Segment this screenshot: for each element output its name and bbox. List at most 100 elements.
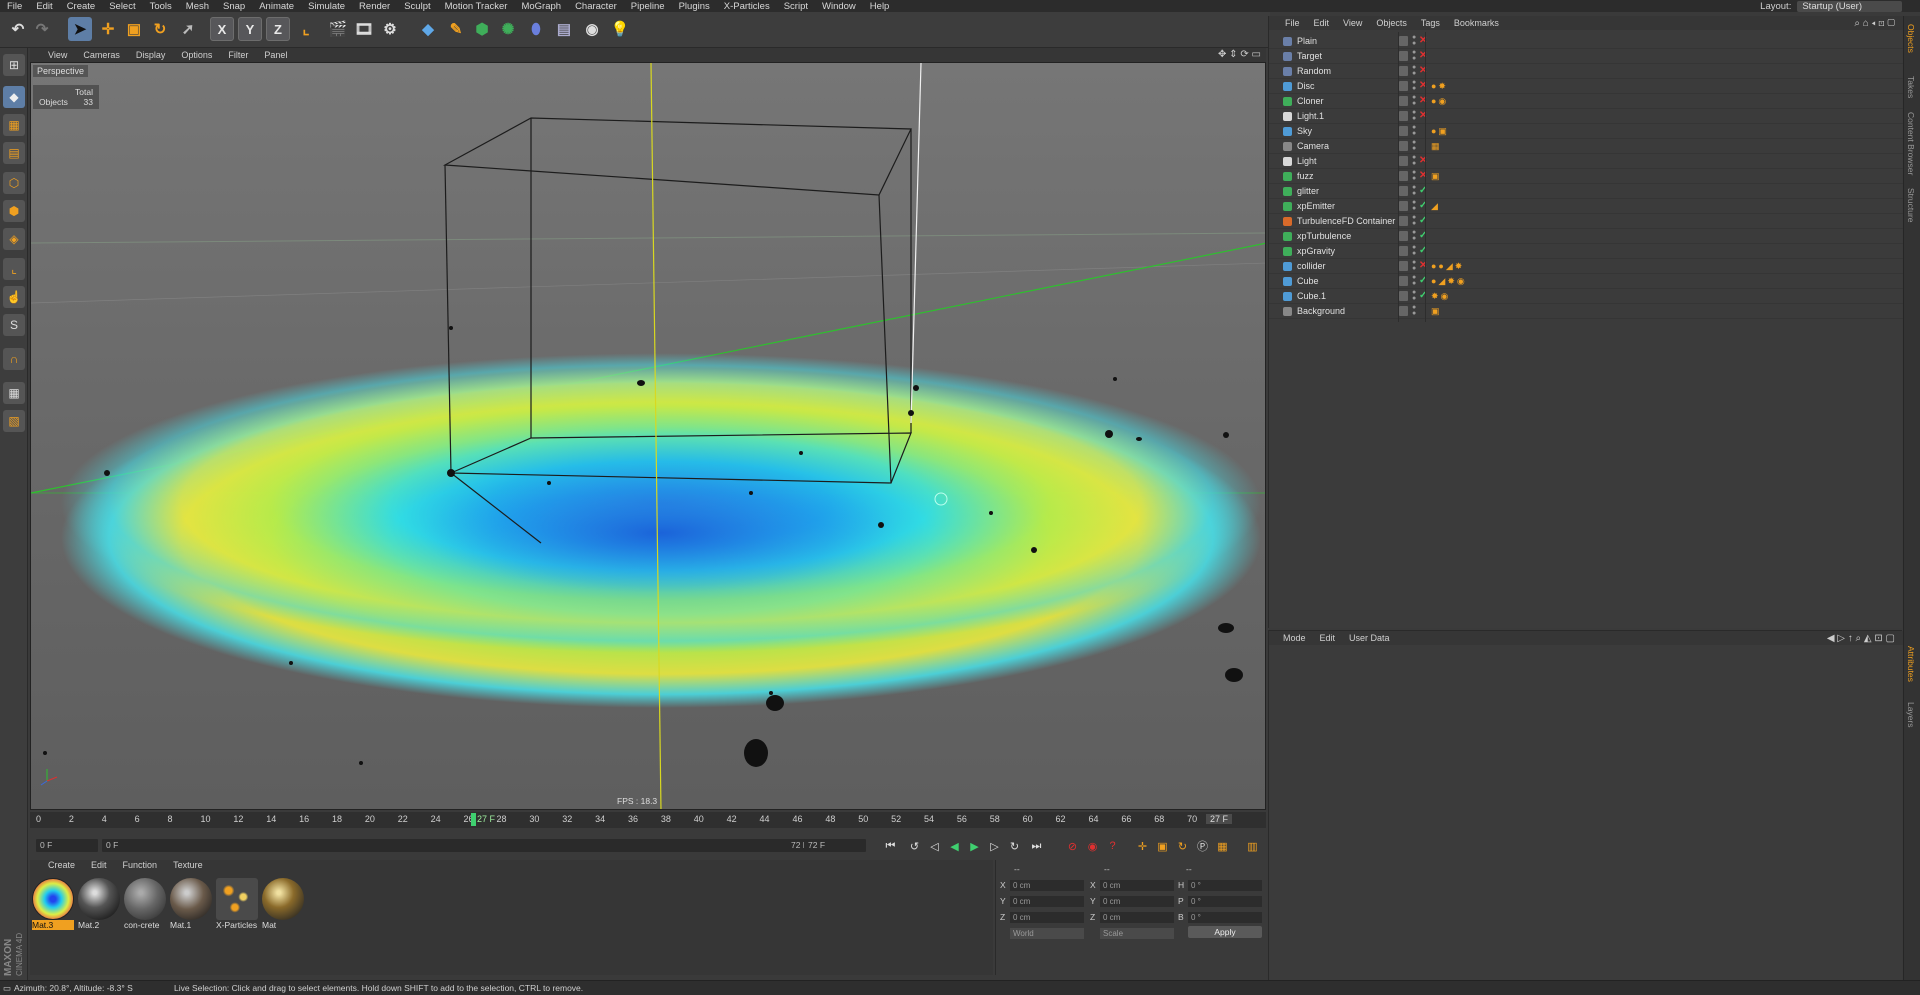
enable-toggle-icon[interactable]: ✕ [1419, 110, 1427, 121]
object-name[interactable]: collider [1297, 261, 1326, 271]
layer-checkbox-icon[interactable] [1399, 216, 1408, 226]
object-row[interactable]: collider ● ● ✕ ●●◢✸ [1269, 259, 1903, 274]
layer-checkbox-icon[interactable] [1399, 231, 1408, 241]
object-tags[interactable]: ●▣ [1431, 126, 1449, 137]
enable-toggle-icon[interactable]: ✓ [1419, 290, 1427, 301]
menu-script[interactable]: Script [777, 1, 815, 12]
position-x-field[interactable]: 0 cm [1010, 880, 1084, 891]
object-name[interactable]: Cube [1297, 276, 1319, 286]
perspective-viewport[interactable]: Perspective Total Objects 33 FPS : 18.3 [30, 62, 1266, 810]
enable-toggle-icon[interactable]: ✓ [1419, 245, 1427, 256]
object-name[interactable]: Camera [1297, 141, 1329, 151]
axis-mode-icon[interactable]: ⌞ [3, 258, 25, 280]
layer-checkbox-icon[interactable] [1399, 66, 1408, 76]
object-name[interactable]: Sky [1297, 126, 1312, 136]
layout-dropdown[interactable]: Startup (User) [1797, 0, 1902, 12]
attributes-menu-edit[interactable]: Edit [1313, 633, 1343, 643]
render-picture-viewer-icon[interactable]: 🎞 [352, 17, 376, 41]
viewport-camera-label[interactable]: Perspective [33, 65, 89, 77]
objects-menu-objects[interactable]: Objects [1369, 18, 1414, 28]
tweak-mode-icon[interactable]: ☝ [3, 286, 25, 308]
layer-checkbox-icon[interactable] [1399, 111, 1408, 121]
layer-checkbox-icon[interactable] [1399, 276, 1408, 286]
tab-structure[interactable]: Structure [1906, 188, 1916, 223]
world-dropdown[interactable]: World [1010, 928, 1084, 939]
object-name[interactable]: Target [1297, 51, 1322, 61]
start-frame-field[interactable]: 0 F [36, 839, 98, 852]
workplane-icon[interactable]: ▧ [3, 410, 25, 432]
visibility-dots-icon[interactable]: ● ● [1412, 64, 1416, 77]
floor-icon[interactable]: ▤ [552, 17, 576, 41]
menu-animate[interactable]: Animate [252, 1, 301, 12]
record-scale-icon[interactable]: ▣ [1154, 838, 1171, 854]
cloner-icon[interactable]: ✺ [496, 17, 520, 41]
visibility-dots-icon[interactable]: ● ● [1412, 94, 1416, 107]
visibility-dots-icon[interactable]: ● ● [1412, 139, 1416, 152]
menu-x-particles[interactable]: X-Particles [717, 1, 777, 12]
previous-frame-icon[interactable]: ◁ [926, 838, 943, 854]
viewport-menu-filter[interactable]: Filter [220, 50, 256, 60]
go-to-start-icon[interactable]: ⏮ [882, 838, 899, 854]
end-frame-field[interactable]: 72 F [804, 839, 866, 852]
menu-render[interactable]: Render [352, 1, 397, 12]
menu-select[interactable]: Select [102, 1, 142, 12]
object-row[interactable]: Cloner ● ● ✕ ●◉ [1269, 94, 1903, 109]
enable-toggle-icon[interactable]: ✓ [1419, 230, 1427, 241]
rotate-icon[interactable]: ↻ [148, 17, 172, 41]
object-name[interactable]: Background [1297, 306, 1345, 316]
enable-toggle-icon[interactable]: ✕ [1419, 95, 1427, 106]
go-to-end-icon[interactable]: ⏭ [1028, 838, 1045, 854]
play-backwards-icon[interactable]: ◀ [946, 838, 963, 854]
enable-toggle-icon[interactable]: ✓ [1419, 275, 1427, 286]
scale-dropdown[interactable]: Scale [1100, 928, 1174, 939]
record-rotation-icon[interactable]: ↻ [1174, 838, 1191, 854]
viewport-menu-options[interactable]: Options [173, 50, 220, 60]
attributes-menu-user-data[interactable]: User Data [1342, 633, 1397, 643]
layer-checkbox-icon[interactable] [1399, 186, 1408, 196]
menu-pipeline[interactable]: Pipeline [624, 1, 672, 12]
menu-mograph[interactable]: MoGraph [514, 1, 568, 12]
object-name[interactable]: Random [1297, 66, 1331, 76]
cube-primitive-icon[interactable]: ◆ [416, 17, 440, 41]
object-tags[interactable]: ●◢✸◉ [1431, 276, 1467, 287]
object-name[interactable]: xpEmitter [1297, 201, 1335, 211]
object-name[interactable]: TurbulenceFD Container [1297, 216, 1395, 226]
object-row[interactable]: Cube.1 ● ● ✓ ✸◉ [1269, 289, 1903, 304]
visibility-dots-icon[interactable]: ● ● [1412, 304, 1416, 317]
rotation-b-field[interactable]: 0 ° [1188, 912, 1262, 923]
coordinate-system-icon[interactable]: ⌞ [294, 17, 318, 41]
enable-toggle-icon[interactable]: ✕ [1419, 35, 1427, 46]
object-name[interactable]: xpGravity [1297, 246, 1335, 256]
menu-help[interactable]: Help [863, 1, 897, 12]
menu-motion-tracker[interactable]: Motion Tracker [438, 1, 515, 12]
size-x-field[interactable]: 0 cm [1100, 880, 1174, 891]
visibility-dots-icon[interactable]: ● ● [1412, 274, 1416, 287]
visibility-dots-icon[interactable]: ● ● [1412, 34, 1416, 47]
menu-edit[interactable]: Edit [29, 1, 59, 12]
frame-range-slider[interactable]: 0 F 72 F [102, 839, 828, 852]
workplane-mode-icon[interactable]: ▤ [3, 142, 25, 164]
object-name[interactable]: Cube.1 [1297, 291, 1326, 301]
objects-menu-view[interactable]: View [1336, 18, 1369, 28]
object-row[interactable]: Sky ● ● ●▣ [1269, 124, 1903, 139]
layer-checkbox-icon[interactable] [1399, 96, 1408, 106]
menu-simulate[interactable]: Simulate [301, 1, 352, 12]
subdivision-surface-icon[interactable]: ⬢ [470, 17, 494, 41]
enable-toggle-icon[interactable]: ✕ [1419, 170, 1427, 181]
visibility-dots-icon[interactable]: ● ● [1412, 79, 1416, 92]
enable-toggle-icon[interactable]: ✕ [1419, 260, 1427, 271]
viewport-menu-panel[interactable]: Panel [256, 50, 295, 60]
visibility-dots-icon[interactable]: ● ● [1412, 124, 1416, 137]
render-view-icon[interactable]: 🎬 [326, 17, 350, 41]
menu-window[interactable]: Window [815, 1, 863, 12]
objects-menu-tags[interactable]: Tags [1414, 18, 1447, 28]
visibility-dots-icon[interactable]: ● ● [1412, 214, 1416, 227]
attribute-nav-icons[interactable]: ◀ ▷ ↑ ⌕ ◭ ⊡ ▢ [1827, 633, 1895, 644]
menu-mesh[interactable]: Mesh [179, 1, 216, 12]
x-axis-lock-icon[interactable]: X [210, 17, 234, 41]
position-z-field[interactable]: 0 cm [1010, 912, 1084, 923]
visibility-dots-icon[interactable]: ● ● [1412, 184, 1416, 197]
tab-objects[interactable]: Objects [1906, 24, 1916, 53]
material-swatch[interactable]: X-Particles [216, 878, 259, 932]
viewport-menu-display[interactable]: Display [128, 50, 174, 60]
